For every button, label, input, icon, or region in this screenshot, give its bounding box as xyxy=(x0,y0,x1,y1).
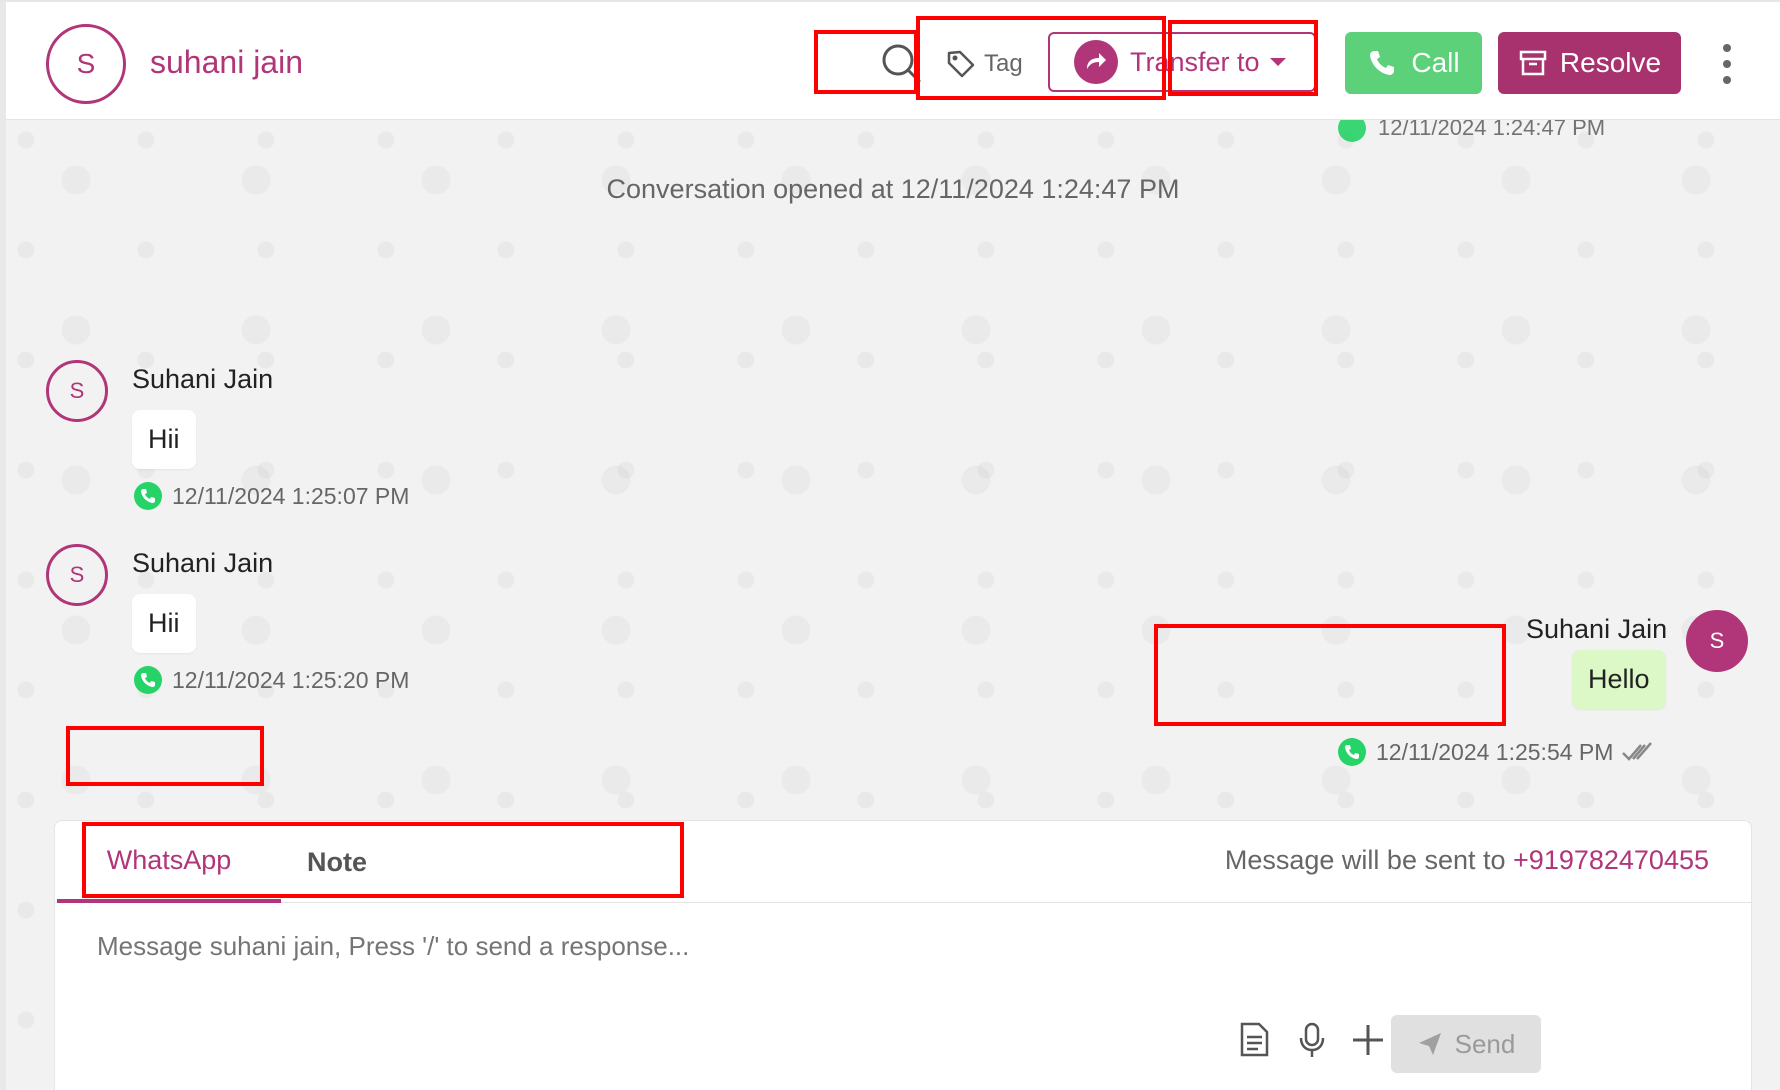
tag-button[interactable]: Tag xyxy=(946,42,1023,86)
resolve-label: Resolve xyxy=(1559,47,1662,78)
whatsapp-icon xyxy=(1338,738,1366,766)
message-composer: WhatsApp Note Message will be sent to +9… xyxy=(54,820,1752,1090)
tag-icon xyxy=(947,50,975,78)
plus-icon[interactable] xyxy=(1349,1021,1387,1059)
message-meta: 12/11/2024 1:25:54 PM xyxy=(1336,736,1655,768)
tag-label: Tag xyxy=(984,50,1023,77)
transfer-dropdown[interactable]: Transfer to xyxy=(1048,32,1316,92)
call-label: Call xyxy=(1411,47,1460,78)
send-button[interactable]: Send xyxy=(1391,1015,1541,1073)
call-button[interactable]: Call xyxy=(1345,32,1482,94)
search-icon[interactable] xyxy=(880,42,922,84)
contact-avatar[interactable]: S xyxy=(46,24,126,104)
template-icon[interactable] xyxy=(1235,1021,1273,1059)
kebab-icon[interactable] xyxy=(1720,44,1734,84)
whatsapp-icon xyxy=(134,482,162,510)
sender-name: Suhani Jain xyxy=(132,548,274,578)
transfer-label: Transfer to xyxy=(1130,46,1260,77)
whatsapp-icon xyxy=(134,666,162,694)
message-meta: 12/11/2024 1:25:20 PM xyxy=(132,664,409,696)
message-avatar: S xyxy=(1686,610,1748,672)
double-check-icon xyxy=(1622,742,1653,761)
message-meta: 12/11/2024 1:25:07 PM xyxy=(132,480,409,512)
chevron-down-icon xyxy=(1270,58,1286,66)
message-bubble[interactable]: Hii xyxy=(132,594,196,653)
message-input[interactable] xyxy=(97,931,1097,1011)
phone-icon xyxy=(1370,51,1395,75)
system-message: Conversation opened at 12/11/2024 1:24:4… xyxy=(606,174,1180,204)
send-label: Send xyxy=(1454,1028,1516,1059)
message-bubble[interactable]: Hii xyxy=(132,410,196,469)
sender-name: Suhani Jain xyxy=(1526,614,1668,644)
conversation-header: S suhani jain Tag Transfer to Call Resol… xyxy=(6,2,1780,120)
send-icon xyxy=(1418,1033,1441,1055)
message-avatar: S xyxy=(46,544,108,606)
sender-name: Suhani Jain xyxy=(132,364,274,394)
recipient-prefix: Message will be sent to xyxy=(1224,845,1506,875)
archive-icon xyxy=(1519,50,1547,76)
message-avatar: S xyxy=(46,360,108,422)
mic-icon[interactable] xyxy=(1293,1021,1331,1059)
transfer-icon xyxy=(1074,40,1118,84)
resolve-button[interactable]: Resolve xyxy=(1498,32,1681,94)
composer-tabs: WhatsApp Note Message will be sent to +9… xyxy=(55,821,1751,903)
recipient-phone: +919782470455 xyxy=(1513,845,1709,875)
app-window: S suhani jain Tag Transfer to Call Resol… xyxy=(0,0,1780,1090)
tab-note[interactable]: Note xyxy=(307,821,367,903)
recipient-info: Message will be sent to +919782470455 xyxy=(1225,845,1709,876)
tab-whatsapp[interactable]: WhatsApp xyxy=(57,821,281,903)
contact-name[interactable]: suhani jain xyxy=(150,44,303,81)
message-bubble[interactable]: Hello xyxy=(1572,650,1666,709)
